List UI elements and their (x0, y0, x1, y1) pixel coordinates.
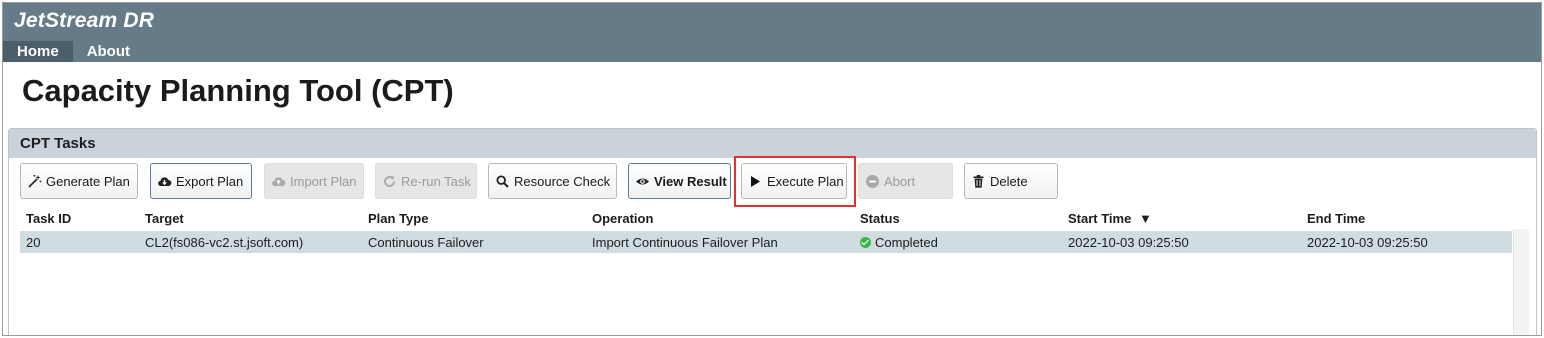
trash-icon (971, 174, 986, 189)
main-nav: Home About (3, 41, 144, 62)
cpt-tasks-panel: CPT Tasks Generate Plan Export Plan Impo… (8, 128, 1537, 335)
generate-plan-label: Generate Plan (46, 173, 130, 189)
check-circle-icon (860, 237, 871, 248)
col-plan-type[interactable]: Plan Type (368, 211, 428, 226)
cell-task-id: 20 (26, 235, 41, 250)
rerun-task-button[interactable]: Re-run Task (375, 163, 477, 199)
page-title: Capacity Planning Tool (CPT) (22, 73, 454, 108)
nav-about[interactable]: About (73, 41, 144, 62)
export-plan-label: Export Plan (176, 173, 244, 189)
tasks-table: Task ID Target Plan Type Operation Statu… (20, 209, 1512, 253)
export-plan-button[interactable]: Export Plan (150, 163, 252, 199)
col-operation[interactable]: Operation (592, 211, 653, 226)
col-target[interactable]: Target (145, 211, 184, 226)
table-scrollbar[interactable] (1513, 229, 1529, 335)
nav-home[interactable]: Home (3, 41, 73, 62)
col-end-time[interactable]: End Time (1307, 211, 1365, 226)
cell-status: Completed (860, 235, 938, 250)
resource-check-label: Resource Check (514, 173, 611, 189)
table-header: Task ID Target Plan Type Operation Statu… (20, 209, 1512, 229)
cloud-download-icon (157, 174, 172, 189)
delete-label: Delete (990, 173, 1028, 189)
search-icon (495, 174, 510, 189)
app-header: JetStream DR Home About (3, 3, 1541, 62)
abort-button[interactable]: Abort (858, 163, 953, 199)
start-time-label: Start Time (1068, 211, 1132, 226)
rerun-task-label: Re-run Task (401, 173, 471, 189)
abort-label: Abort (884, 173, 916, 189)
refresh-icon (382, 174, 397, 189)
brand-logo: JetStream DR (14, 9, 155, 32)
app-window: JetStream DR Home About Capacity Plannin… (2, 2, 1542, 336)
cloud-upload-icon (271, 174, 286, 189)
eye-icon (635, 174, 650, 189)
sort-desc-icon: ▼ (1138, 211, 1152, 226)
cell-operation: Import Continuous Failover Plan (592, 235, 778, 250)
status-label: Completed (875, 235, 938, 250)
import-plan-button[interactable]: Import Plan (264, 163, 364, 199)
magic-wand-icon (27, 174, 42, 189)
resource-check-button[interactable]: Resource Check (488, 163, 617, 199)
panel-title: CPT Tasks (9, 129, 1536, 158)
view-result-button[interactable]: View Result (628, 163, 731, 199)
col-task-id[interactable]: Task ID (26, 211, 71, 226)
cell-target: CL2(fs086-vc2.st.jsoft.com) (145, 235, 304, 250)
generate-plan-button[interactable]: Generate Plan (20, 163, 138, 199)
minus-circle-icon (865, 174, 880, 189)
delete-button[interactable]: Delete (964, 163, 1058, 199)
view-result-label: View Result (654, 173, 727, 189)
execute-plan-highlight (734, 156, 856, 207)
cell-end-time: 2022-10-03 09:25:50 (1307, 235, 1428, 250)
import-plan-label: Import Plan (290, 173, 357, 189)
cell-plan-type: Continuous Failover (368, 235, 484, 250)
col-start-time[interactable]: Start Time ▼ (1068, 211, 1152, 226)
table-row[interactable]: 20 CL2(fs086-vc2.st.jsoft.com) Continuou… (20, 231, 1512, 253)
col-status[interactable]: Status (860, 211, 900, 226)
cell-start-time: 2022-10-03 09:25:50 (1068, 235, 1189, 250)
